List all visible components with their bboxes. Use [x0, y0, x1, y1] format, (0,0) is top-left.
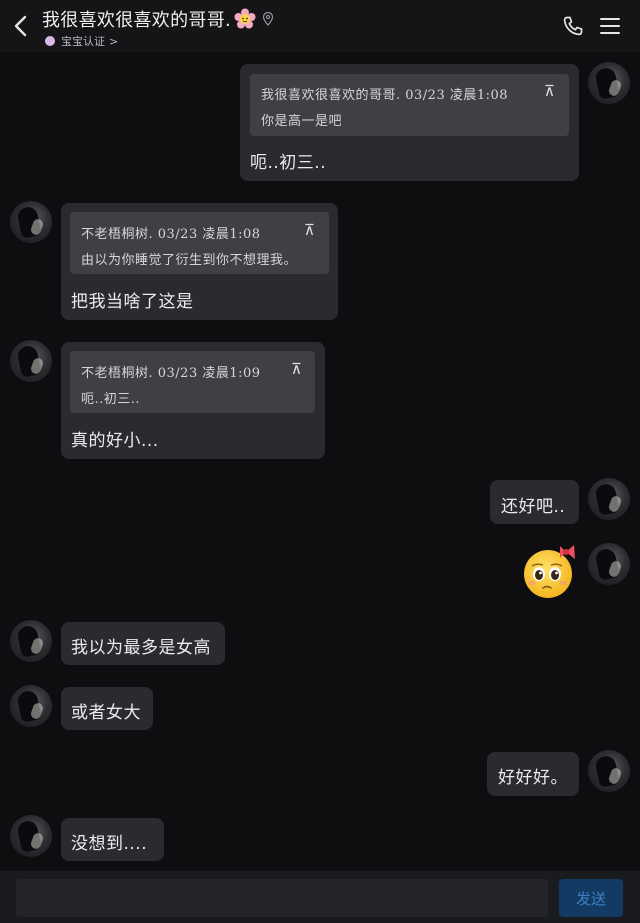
message-bubble-incoming[interactable]: 没想到.... — [61, 818, 164, 861]
message-text: 呃..初三.. — [250, 153, 327, 173]
quoted-text: 你是高一是吧 — [261, 114, 343, 129]
jump-to-top-icon[interactable]: ⊼ — [544, 82, 555, 100]
message-bubble-outgoing[interactable]: 好好好。 — [487, 752, 579, 796]
chat-title: 我很喜欢很喜欢的哥哥. — [42, 10, 232, 31]
contact-avatar[interactable] — [10, 201, 52, 243]
contact-avatar[interactable] — [10, 685, 52, 727]
message-input[interactable] — [16, 879, 548, 917]
chevron-right-icon: > — [109, 34, 119, 48]
message-bubble-outgoing[interactable]: 还好吧.. — [490, 480, 579, 524]
message-text: 真的好小... — [71, 431, 159, 451]
badge-label: 宝宝认证 — [61, 35, 105, 48]
quoted-text: 由以为你睡觉了衍生到你不想理我。 — [81, 253, 298, 268]
quoted-message[interactable]: 不老梧桐树. 03/23 凌晨1:09 ⊼ 呃..初三.. — [70, 351, 315, 413]
contact-avatar[interactable] — [10, 620, 52, 662]
badge-icon — [45, 36, 55, 46]
contact-avatar[interactable] — [10, 340, 52, 382]
my-avatar[interactable] — [588, 543, 630, 585]
hamburger-menu-icon[interactable] — [600, 17, 620, 35]
phone-icon[interactable] — [562, 15, 584, 37]
message-bubble-outgoing[interactable]: 我很喜欢很喜欢的哥哥. 03/23 凌晨1:08 ⊼ 你是高一是吧 呃..初三.… — [240, 64, 579, 181]
quoted-author-time: 不老梧桐树. 03/23 凌晨1:08 — [81, 227, 261, 242]
chat-title-block[interactable]: 我很喜欢很喜欢的哥哥. 宝宝认证 > — [42, 7, 274, 49]
message-bubble-incoming[interactable]: 不老梧桐树. 03/23 凌晨1:09 ⊼ 呃..初三.. 真的好小... — [61, 342, 325, 459]
location-pin-icon — [262, 12, 274, 26]
back-arrow-icon[interactable] — [12, 14, 30, 38]
send-button[interactable]: 发送 — [559, 879, 623, 917]
quoted-author-time: 不老梧桐树. 03/23 凌晨1:09 — [81, 366, 261, 381]
quoted-text: 呃..初三.. — [81, 392, 141, 407]
message-bubble-incoming[interactable]: 不老梧桐树. 03/23 凌晨1:08 ⊼ 由以为你睡觉了衍生到你不想理我。 把… — [61, 203, 338, 320]
message-text: 还好吧.. — [501, 497, 566, 517]
message-text: 我以为最多是女高 — [71, 638, 211, 658]
flower-face-emoji-icon — [234, 8, 256, 29]
message-text: 没想到.... — [71, 834, 148, 854]
message-text: 或者女大 — [71, 703, 141, 723]
my-avatar[interactable] — [588, 62, 630, 104]
message-bubble-incoming[interactable]: 我以为最多是女高 — [61, 622, 225, 665]
quoted-message[interactable]: 不老梧桐树. 03/23 凌晨1:08 ⊼ 由以为你睡觉了衍生到你不想理我。 — [70, 212, 329, 274]
pleading-face-sticker-icon[interactable] — [520, 542, 582, 600]
my-avatar[interactable] — [588, 750, 630, 792]
message-text: 把我当啥了这是 — [71, 292, 194, 312]
message-text: 好好好。 — [498, 768, 568, 788]
message-bubble-incoming[interactable]: 或者女大 — [61, 687, 153, 730]
chat-header: 我很喜欢很喜欢的哥哥. 宝宝认证 > — [0, 0, 640, 52]
badge-row[interactable]: 宝宝认证 > — [42, 33, 274, 49]
message-composer: 发送 — [0, 871, 640, 923]
quoted-message[interactable]: 我很喜欢很喜欢的哥哥. 03/23 凌晨1:08 ⊼ 你是高一是吧 — [250, 74, 569, 136]
jump-to-top-icon[interactable]: ⊼ — [304, 221, 315, 239]
my-avatar[interactable] — [588, 478, 630, 520]
quoted-author-time: 我很喜欢很喜欢的哥哥. 03/23 凌晨1:08 — [261, 88, 509, 103]
jump-to-top-icon[interactable]: ⊼ — [291, 360, 302, 378]
contact-avatar[interactable] — [10, 815, 52, 857]
